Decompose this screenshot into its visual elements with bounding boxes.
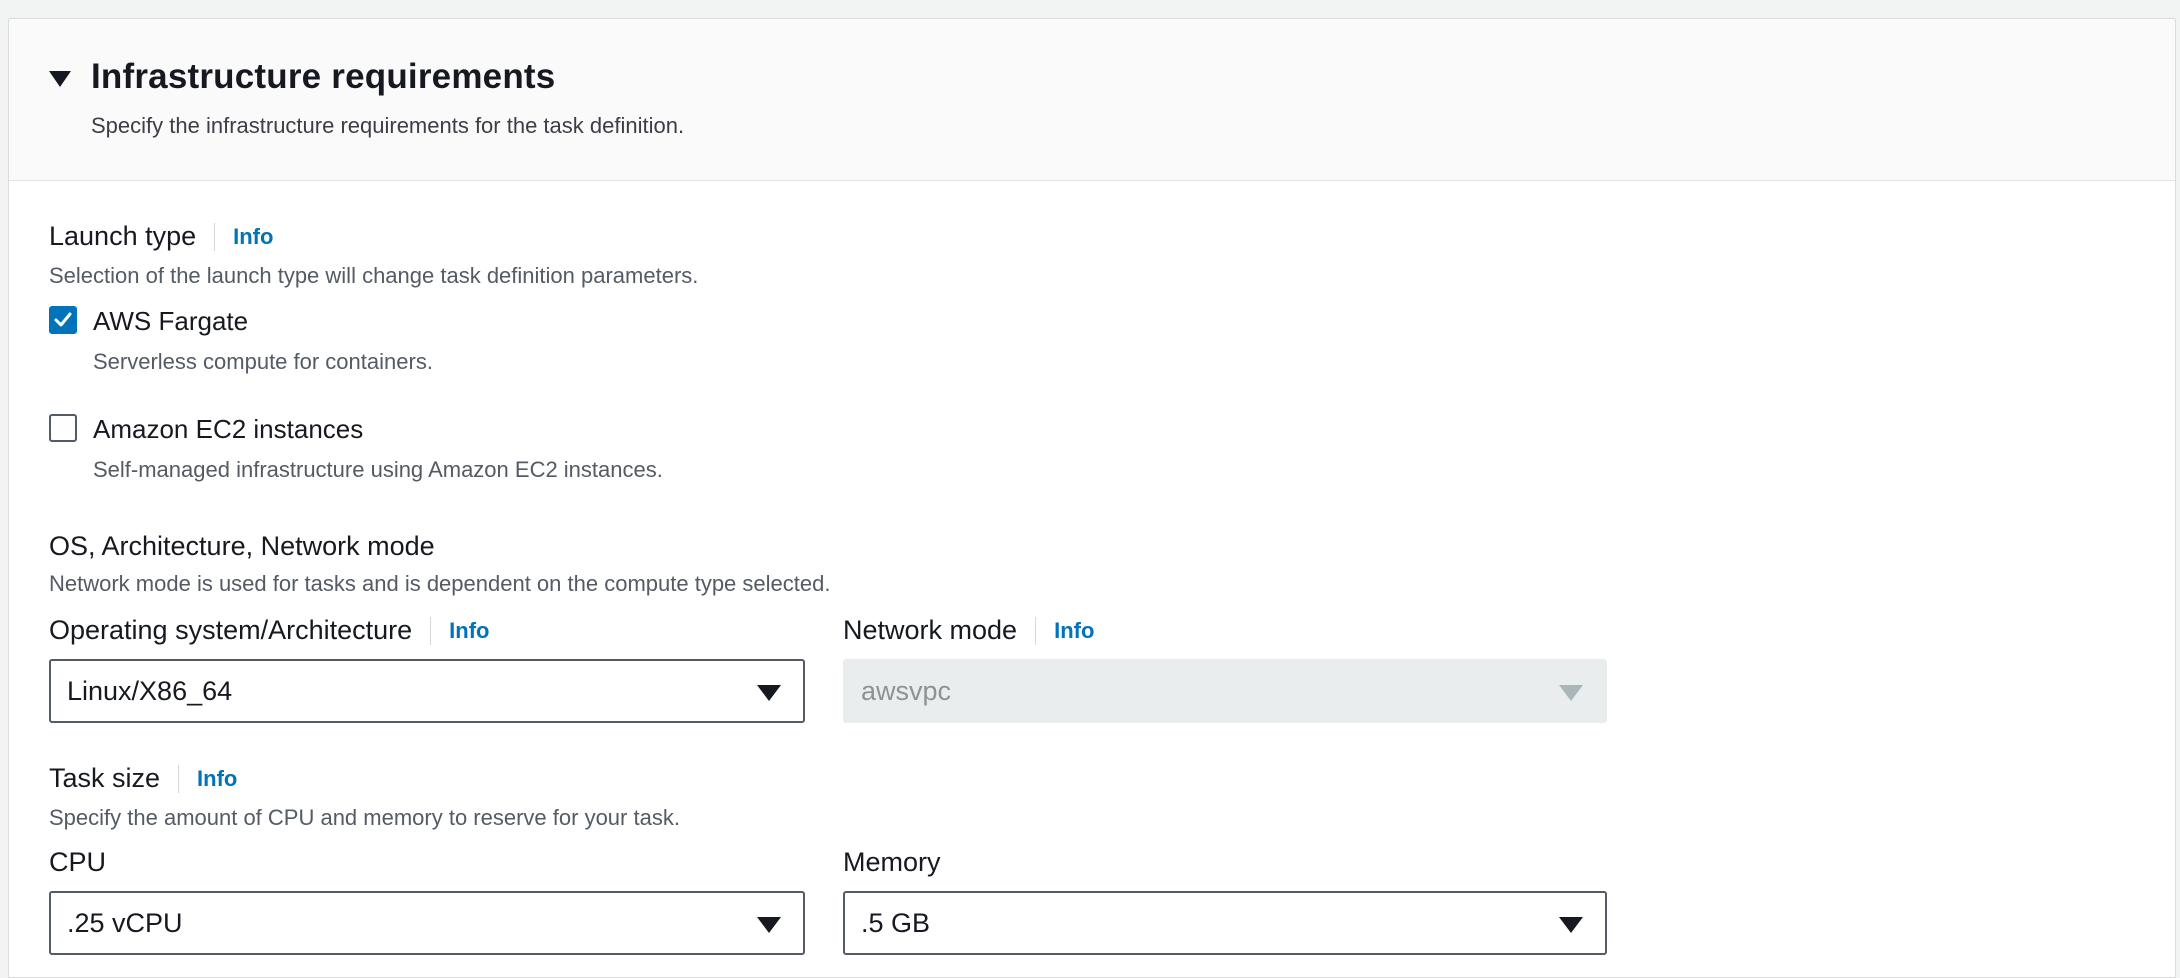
dropdown-caret-icon bbox=[757, 917, 781, 933]
memory-selected-value: .5 GB bbox=[861, 908, 931, 938]
memory-label-text: Memory bbox=[843, 847, 941, 877]
dropdown-caret-icon bbox=[1559, 685, 1583, 701]
amazon-ec2-label[interactable]: Amazon EC2 instances bbox=[93, 414, 363, 445]
launch-type-label-text: Launch type bbox=[49, 221, 197, 251]
os-arch-network-description: Network mode is used for tasks and is de… bbox=[49, 571, 831, 596]
panel-header[interactable]: Infrastructure requirements Specify the … bbox=[9, 19, 2175, 181]
panel-description: Specify the infrastructure requirements … bbox=[91, 113, 685, 138]
aws-fargate-description: Serverless compute for containers. bbox=[93, 349, 433, 374]
launch-type-description: Selection of the launch type will change… bbox=[49, 263, 699, 288]
network-mode-selected-value: awsvpc bbox=[861, 676, 952, 706]
cpu-selected-value: .25 vCPU bbox=[67, 908, 183, 938]
os-arch-network-label: OS, Architecture, Network mode bbox=[49, 531, 435, 562]
memory-label: Memory bbox=[843, 847, 941, 878]
amazon-ec2-checkbox[interactable] bbox=[49, 414, 77, 442]
aws-fargate-checkbox[interactable] bbox=[49, 306, 77, 334]
cpu-label: CPU bbox=[49, 847, 106, 878]
infrastructure-requirements-panel: Infrastructure requirements Specify the … bbox=[8, 18, 2176, 978]
os-arch-label: Operating system/Architecture Info bbox=[49, 615, 489, 646]
cpu-select[interactable]: .25 vCPU bbox=[49, 891, 805, 955]
os-arch-info-link[interactable]: Info bbox=[430, 616, 489, 645]
aws-fargate-label[interactable]: AWS Fargate bbox=[93, 306, 248, 337]
dropdown-caret-icon bbox=[757, 685, 781, 701]
os-arch-selected-value: Linux/X86_64 bbox=[67, 676, 233, 706]
cpu-label-text: CPU bbox=[49, 847, 107, 877]
network-mode-info-link[interactable]: Info bbox=[1035, 616, 1094, 645]
task-size-info-link[interactable]: Info bbox=[178, 764, 237, 793]
collapse-caret-icon[interactable] bbox=[49, 71, 71, 87]
task-size-label-text: Task size bbox=[49, 763, 161, 793]
panel-title: Infrastructure requirements bbox=[91, 57, 556, 96]
os-arch-network-label-text: OS, Architecture, Network mode bbox=[49, 531, 435, 561]
task-size-description: Specify the amount of CPU and memory to … bbox=[49, 805, 680, 830]
network-mode-label: Network mode Info bbox=[843, 615, 1094, 646]
dropdown-caret-icon bbox=[1559, 917, 1583, 933]
launch-type-info-link[interactable]: Info bbox=[214, 222, 273, 251]
checkmark-icon bbox=[54, 312, 72, 327]
launch-type-label: Launch type Info bbox=[49, 221, 273, 252]
network-mode-select: awsvpc bbox=[843, 659, 1607, 723]
task-size-label: Task size Info bbox=[49, 763, 237, 794]
os-arch-label-text: Operating system/Architecture bbox=[49, 615, 413, 645]
os-arch-select[interactable]: Linux/X86_64 bbox=[49, 659, 805, 723]
network-mode-label-text: Network mode bbox=[843, 615, 1018, 645]
amazon-ec2-description: Self-managed infrastructure using Amazon… bbox=[93, 457, 663, 482]
memory-select[interactable]: .5 GB bbox=[843, 891, 1607, 955]
